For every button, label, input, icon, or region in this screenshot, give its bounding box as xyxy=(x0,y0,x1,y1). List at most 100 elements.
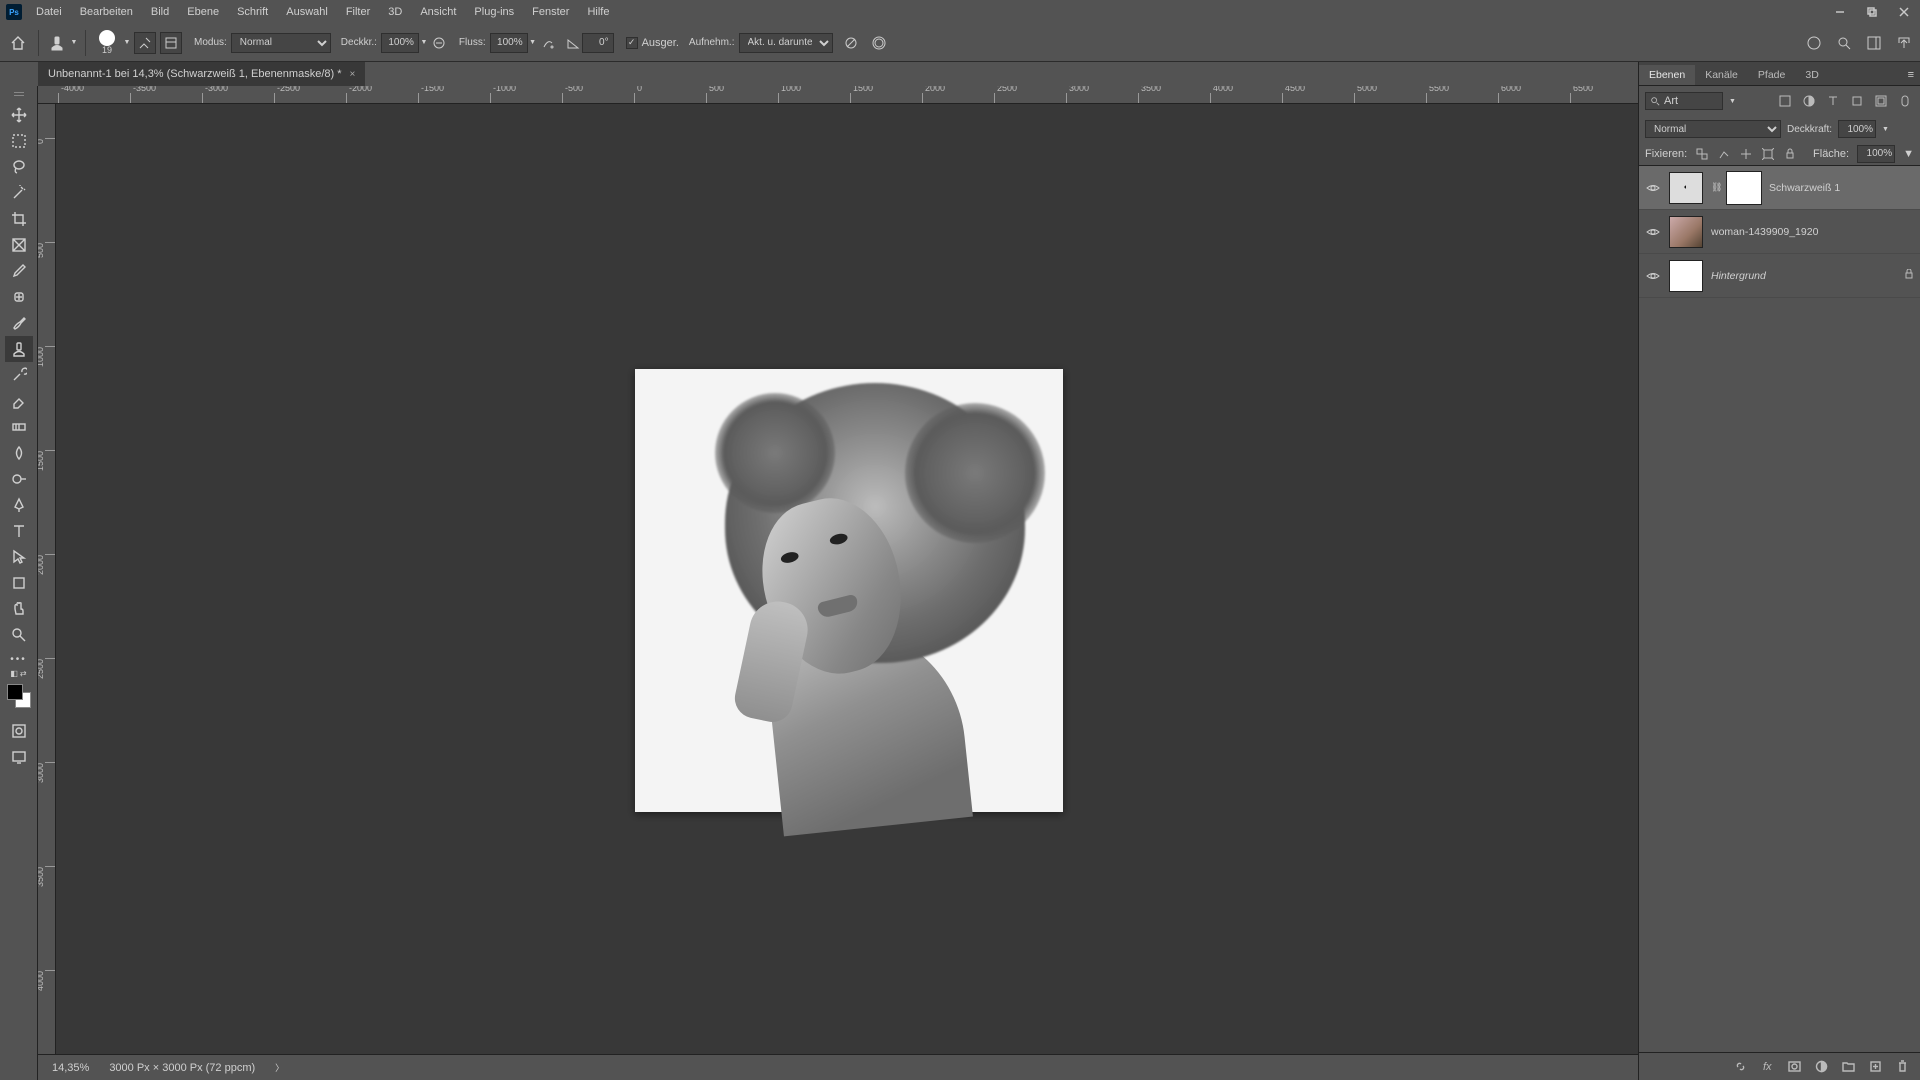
layer-style-icon[interactable]: fx xyxy=(1760,1059,1775,1074)
panel-tab-kanäle[interactable]: Kanäle xyxy=(1695,65,1748,85)
new-layer-icon[interactable] xyxy=(1868,1059,1883,1074)
angle-icon[interactable] xyxy=(564,36,582,50)
menu-plug-ins[interactable]: Plug-ins xyxy=(466,0,522,24)
document-tab[interactable]: Unbenannt-1 bei 14,3% (Schwarzweiß 1, Eb… xyxy=(38,62,365,86)
layer-name[interactable]: woman-1439909_1920 xyxy=(1711,226,1818,238)
frame-tool[interactable] xyxy=(5,232,33,258)
gradient-tool[interactable] xyxy=(5,414,33,440)
home-button[interactable] xyxy=(4,29,32,57)
maximize-button[interactable] xyxy=(1856,0,1888,24)
minimize-button[interactable] xyxy=(1824,0,1856,24)
lock-pixels-icon[interactable] xyxy=(1717,146,1731,161)
crop-tool[interactable] xyxy=(5,206,33,232)
tools-handle[interactable] xyxy=(5,92,33,98)
shape-tool[interactable] xyxy=(5,570,33,596)
brush-preset-picker[interactable]: 19 xyxy=(92,28,122,58)
filter-type-icon[interactable] xyxy=(1824,92,1842,110)
opacity-dropdown[interactable]: ▼ xyxy=(419,39,429,46)
mask-thumb[interactable] xyxy=(1727,172,1761,204)
sample-select[interactable]: Akt. u. darunter xyxy=(739,33,833,53)
doc-info-readout[interactable]: 3000 Px × 3000 Px (72 ppcm) xyxy=(109,1062,255,1074)
magic-wand-tool[interactable] xyxy=(5,180,33,206)
filter-adjust-icon[interactable] xyxy=(1800,92,1818,110)
filter-dropdown[interactable]: ▼ xyxy=(1729,98,1737,105)
fill-dropdown[interactable]: ▼ xyxy=(1903,148,1914,160)
layer-opacity-input[interactable] xyxy=(1838,120,1876,138)
canvas-area[interactable] xyxy=(56,104,1638,1054)
default-colors-icon[interactable]: ◧ xyxy=(10,669,18,678)
panel-menu-icon[interactable]: ≡ xyxy=(1902,65,1920,85)
menu-auswahl[interactable]: Auswahl xyxy=(278,0,336,24)
zoom-readout[interactable]: 14,35% xyxy=(52,1062,89,1074)
brush-tool[interactable] xyxy=(5,310,33,336)
adjustment-layer-icon[interactable] xyxy=(1814,1059,1829,1074)
delete-layer-icon[interactable] xyxy=(1895,1059,1910,1074)
airbrush-button[interactable] xyxy=(538,36,558,50)
layer-filter-search[interactable]: Art xyxy=(1645,92,1723,110)
menu-schrift[interactable]: Schrift xyxy=(229,0,276,24)
menu-ebene[interactable]: Ebene xyxy=(179,0,227,24)
blend-mode-select[interactable]: Normal xyxy=(231,33,331,53)
filter-smart-icon[interactable] xyxy=(1872,92,1890,110)
layer-thumb[interactable] xyxy=(1669,260,1703,292)
eyedropper-tool[interactable] xyxy=(5,258,33,284)
lock-artboard-icon[interactable] xyxy=(1761,146,1775,161)
healing-brush-tool[interactable] xyxy=(5,284,33,310)
search-icon[interactable] xyxy=(1836,35,1852,51)
layer-group-icon[interactable] xyxy=(1841,1059,1856,1074)
zoom-tool[interactable] xyxy=(5,622,33,648)
screen-mode-button[interactable] xyxy=(5,744,33,770)
close-tab-icon[interactable]: × xyxy=(350,69,356,80)
opacity-input[interactable] xyxy=(381,33,419,53)
layer-blend-mode[interactable]: Normal xyxy=(1645,120,1781,138)
brush-dropdown[interactable]: ▼ xyxy=(122,39,132,46)
filter-shape-icon[interactable] xyxy=(1848,92,1866,110)
link-layers-icon[interactable] xyxy=(1733,1059,1748,1074)
filter-toggle[interactable] xyxy=(1896,92,1914,110)
brush-panel-button[interactable] xyxy=(160,32,182,54)
horizontal-ruler[interactable]: -4000-3500-3000-2500-2000-1500-1000-5000… xyxy=(38,86,1638,104)
quick-mask-button[interactable] xyxy=(5,718,33,744)
layer-mask-icon[interactable] xyxy=(1787,1059,1802,1074)
pressure-opacity-button[interactable] xyxy=(429,36,449,50)
tool-preset-dropdown[interactable]: ▼ xyxy=(69,39,79,46)
path-select-tool[interactable] xyxy=(5,544,33,570)
fill-input[interactable] xyxy=(1857,145,1895,163)
panel-tab-3d[interactable]: 3D xyxy=(1795,65,1828,85)
menu-bearbeiten[interactable]: Bearbeiten xyxy=(72,0,141,24)
eraser-tool[interactable] xyxy=(5,388,33,414)
panel-tab-pfade[interactable]: Pfade xyxy=(1748,65,1795,85)
lock-all-icon[interactable] xyxy=(1783,146,1797,161)
mask-link-icon[interactable]: ⛓ xyxy=(1711,182,1719,193)
flow-input[interactable] xyxy=(490,33,528,53)
cloud-docs-icon[interactable] xyxy=(1806,35,1822,51)
visibility-toggle[interactable] xyxy=(1645,224,1661,240)
foreground-color-swatch[interactable] xyxy=(7,684,23,700)
share-icon[interactable] xyxy=(1896,35,1912,51)
clone-stamp-tool-icon[interactable] xyxy=(45,34,69,52)
visibility-toggle[interactable] xyxy=(1645,180,1661,196)
layer-opacity-dropdown[interactable]: ▼ xyxy=(1882,126,1889,133)
layer-thumb[interactable] xyxy=(1669,216,1703,248)
layer-row[interactable]: Hintergrund xyxy=(1639,254,1920,298)
menu-bild[interactable]: Bild xyxy=(143,0,177,24)
edit-toolbar-button[interactable]: ••• xyxy=(9,654,29,665)
swap-colors-icon[interactable]: ⇄ xyxy=(20,669,27,678)
filter-pixel-icon[interactable] xyxy=(1776,92,1794,110)
menu-ansicht[interactable]: Ansicht xyxy=(412,0,464,24)
menu-3d[interactable]: 3D xyxy=(380,0,410,24)
aligned-checkbox[interactable]: ✓ xyxy=(626,37,638,49)
history-brush-tool[interactable] xyxy=(5,362,33,388)
lock-transparency-icon[interactable] xyxy=(1695,146,1709,161)
panel-tab-ebenen[interactable]: Ebenen xyxy=(1639,65,1695,85)
clone-stamp-tool[interactable] xyxy=(5,336,33,362)
lock-icon[interactable] xyxy=(1904,269,1914,282)
brush-settings-button[interactable] xyxy=(134,32,156,54)
workspace-icon[interactable] xyxy=(1866,35,1882,51)
lasso-tool[interactable] xyxy=(5,154,33,180)
hand-tool[interactable] xyxy=(5,596,33,622)
menu-hilfe[interactable]: Hilfe xyxy=(579,0,617,24)
layer-row[interactable]: woman-1439909_1920 xyxy=(1639,210,1920,254)
adjustment-thumb[interactable]: ◐ xyxy=(1669,172,1703,204)
lock-position-icon[interactable] xyxy=(1739,146,1753,161)
